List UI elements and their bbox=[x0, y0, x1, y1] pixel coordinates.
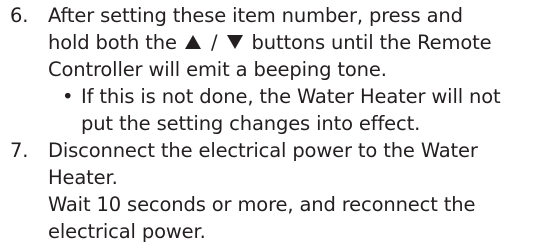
down-triangle-icon bbox=[227, 35, 244, 49]
step-6-bullet-marker: • bbox=[62, 85, 74, 108]
step-7-line-3: Wait 10 seconds or more, and reconnect t… bbox=[48, 193, 476, 216]
button-separator: / bbox=[210, 31, 218, 54]
instruction-document: 6. After setting these item number, pres… bbox=[0, 0, 551, 249]
step-6-line-1: After setting these item number, press a… bbox=[48, 4, 463, 27]
step-6-number: 6. bbox=[10, 4, 29, 27]
step-6-line-3: Controller will emit a beeping tone. bbox=[48, 58, 387, 81]
step-7-line-2: Heater. bbox=[48, 166, 118, 189]
step-7-number: 7. bbox=[10, 139, 29, 162]
step-7-line-4: electrical power. bbox=[48, 220, 206, 243]
step-6-line-2-before: hold both the bbox=[48, 31, 177, 54]
step-6-line-2-after: buttons until the Remote bbox=[251, 31, 492, 54]
step-6-bullet-line-1: If this is not done, the Water Heater wi… bbox=[81, 85, 501, 108]
step-6-bullet-line-2: put the setting changes into effect. bbox=[81, 112, 421, 135]
up-triangle-icon bbox=[184, 35, 201, 49]
step-7-line-1: Disconnect the electrical power to the W… bbox=[48, 139, 478, 162]
step-6-line-2: hold both the / buttons until the Remote bbox=[48, 29, 492, 56]
